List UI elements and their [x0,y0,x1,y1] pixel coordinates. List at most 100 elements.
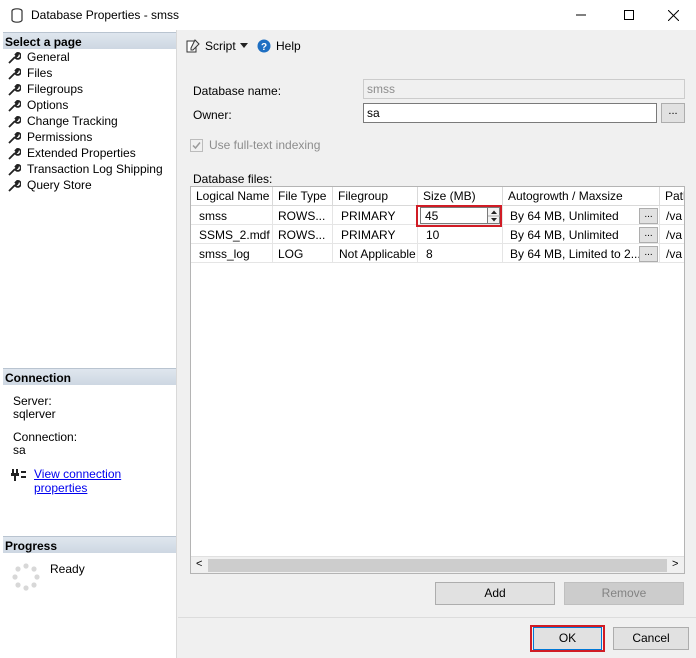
wrench-icon [8,147,21,160]
page-item-options[interactable]: Options [8,97,68,113]
title-bar: Database Properties - smss [0,0,696,30]
cell-logical-name[interactable]: SSMS_2.mdf [191,225,273,244]
owner-label: Owner: [193,108,232,122]
page-item-label: Change Tracking [27,114,118,128]
database-files-grid: Logical Name File Type Filegroup Size (M… [190,186,685,574]
cell-size[interactable]: 10 [418,225,503,244]
toolbar: Script ? Help [178,30,696,63]
cell-path[interactable]: /va [660,206,684,225]
wrench-icon [8,99,21,112]
cell-autogrowth[interactable]: By 64 MB, Unlimited [503,225,660,244]
horizontal-scrollbar[interactable]: < > [191,556,684,573]
size-spinner[interactable] [488,207,500,224]
progress-header: Progress [3,536,176,553]
cell-logical-name[interactable]: smss [191,206,273,225]
connection-label: Connection: [13,430,78,444]
ok-button[interactable]: OK [533,627,602,650]
cell-size-editor[interactable]: 45 [418,206,503,225]
svg-text:?: ? [261,42,267,53]
column-header-filegroup[interactable]: Filegroup [333,187,418,206]
cell-file-type[interactable]: ROWS... [273,206,333,225]
wrench-icon [8,51,21,64]
page-item-label: Files [27,66,53,80]
maximize-icon [624,10,634,20]
page-item-query-store[interactable]: Query Store [8,177,92,193]
cell-path[interactable]: /va [660,244,684,263]
chevron-down-icon [240,43,248,48]
script-button[interactable]: Script [186,39,236,53]
connection-header: Connection [3,368,176,385]
column-header-logical-name[interactable]: Logical Name [191,187,273,206]
cell-path[interactable]: /va [660,225,684,244]
checkbox-checked-icon [190,138,203,152]
cell-filegroup[interactable]: PRIMARY [333,225,418,244]
scroll-right-arrow[interactable]: > [672,558,678,570]
remove-button[interactable]: Remove [564,582,684,605]
database-files-label: Database files: [193,172,273,186]
progress-status: Ready [50,562,85,576]
page-item-transaction-log-shipping[interactable]: Transaction Log Shipping [8,161,163,177]
close-icon [667,9,679,21]
page-item-label: Query Store [27,178,92,192]
cell-autogrowth[interactable]: By 64 MB, Limited to 2... [503,244,660,263]
connection-properties-icon [11,469,26,481]
cell-autogrowth[interactable]: By 64 MB, Unlimited [503,206,660,225]
cell-file-type[interactable]: LOG [273,244,333,263]
cancel-button[interactable]: Cancel [613,627,689,650]
scroll-left-arrow[interactable]: < [196,558,202,570]
page-item-label: General [27,50,70,64]
column-header-autogrowth[interactable]: Autogrowth / Maxsize [503,187,660,206]
wrench-icon [8,163,21,176]
add-button[interactable]: Add [435,582,555,605]
scrollbar-thumb[interactable] [208,559,667,572]
cell-size[interactable]: 8 [418,244,503,263]
page-item-general[interactable]: General [8,49,70,65]
column-header-size[interactable]: Size (MB) [418,187,503,206]
column-header-path[interactable]: Path [660,187,684,206]
owner-browse-button[interactable]: ... [661,103,685,123]
minimize-icon [576,14,586,16]
autogrowth-browse-button[interactable]: ... [639,246,658,262]
page-item-label: Filegroups [27,82,84,96]
close-button[interactable] [650,0,696,30]
cell-file-type[interactable]: ROWS... [273,225,333,244]
footer-divider [178,617,696,618]
page-item-label: Extended Properties [27,146,136,160]
cell-logical-name[interactable]: smss_log [191,244,273,263]
size-input[interactable]: 45 [420,207,488,224]
autogrowth-browse-button[interactable]: ... [639,208,658,224]
page-item-extended-properties[interactable]: Extended Properties [8,145,136,161]
view-connection-properties-link[interactable]: View connection properties [34,467,176,495]
database-properties-window: Database Properties - smss Select a page… [0,0,696,658]
minimize-button[interactable] [558,0,604,30]
progress-spinner-icon [12,563,40,591]
script-dropdown-arrow[interactable] [240,43,248,48]
script-icon [186,39,200,53]
page-item-files[interactable]: Files [8,65,52,81]
server-value: sqlerver [13,407,56,421]
wrench-icon [8,131,21,144]
column-header-file-type[interactable]: File Type [273,187,333,206]
database-name-label: Database name: [193,84,282,98]
cell-filegroup[interactable]: PRIMARY [333,206,418,225]
autogrowth-browse-button[interactable]: ... [639,227,658,243]
help-button[interactable]: ? Help [257,39,301,53]
wrench-icon [8,67,21,80]
database-name-field: smss [363,79,685,99]
script-label: Script [205,39,236,53]
page-item-filegroups[interactable]: Filegroups [8,81,83,97]
wrench-icon [8,179,21,192]
owner-field[interactable]: sa [363,103,657,123]
spinner-arrows-icon [488,210,500,222]
wrench-icon [8,115,21,128]
page-item-permissions[interactable]: Permissions [8,129,92,145]
help-icon: ? [257,39,271,53]
maximize-button[interactable] [606,0,652,30]
left-pane: Select a page General Files Filegroups O… [0,30,177,658]
fulltext-indexing-label: Use full-text indexing [209,138,321,152]
cell-filegroup[interactable]: Not Applicable [333,244,418,263]
page-item-change-tracking[interactable]: Change Tracking [8,113,118,129]
server-label: Server: [13,394,52,408]
fulltext-indexing-checkbox[interactable]: Use full-text indexing [190,138,320,152]
select-page-header: Select a page [3,32,176,49]
